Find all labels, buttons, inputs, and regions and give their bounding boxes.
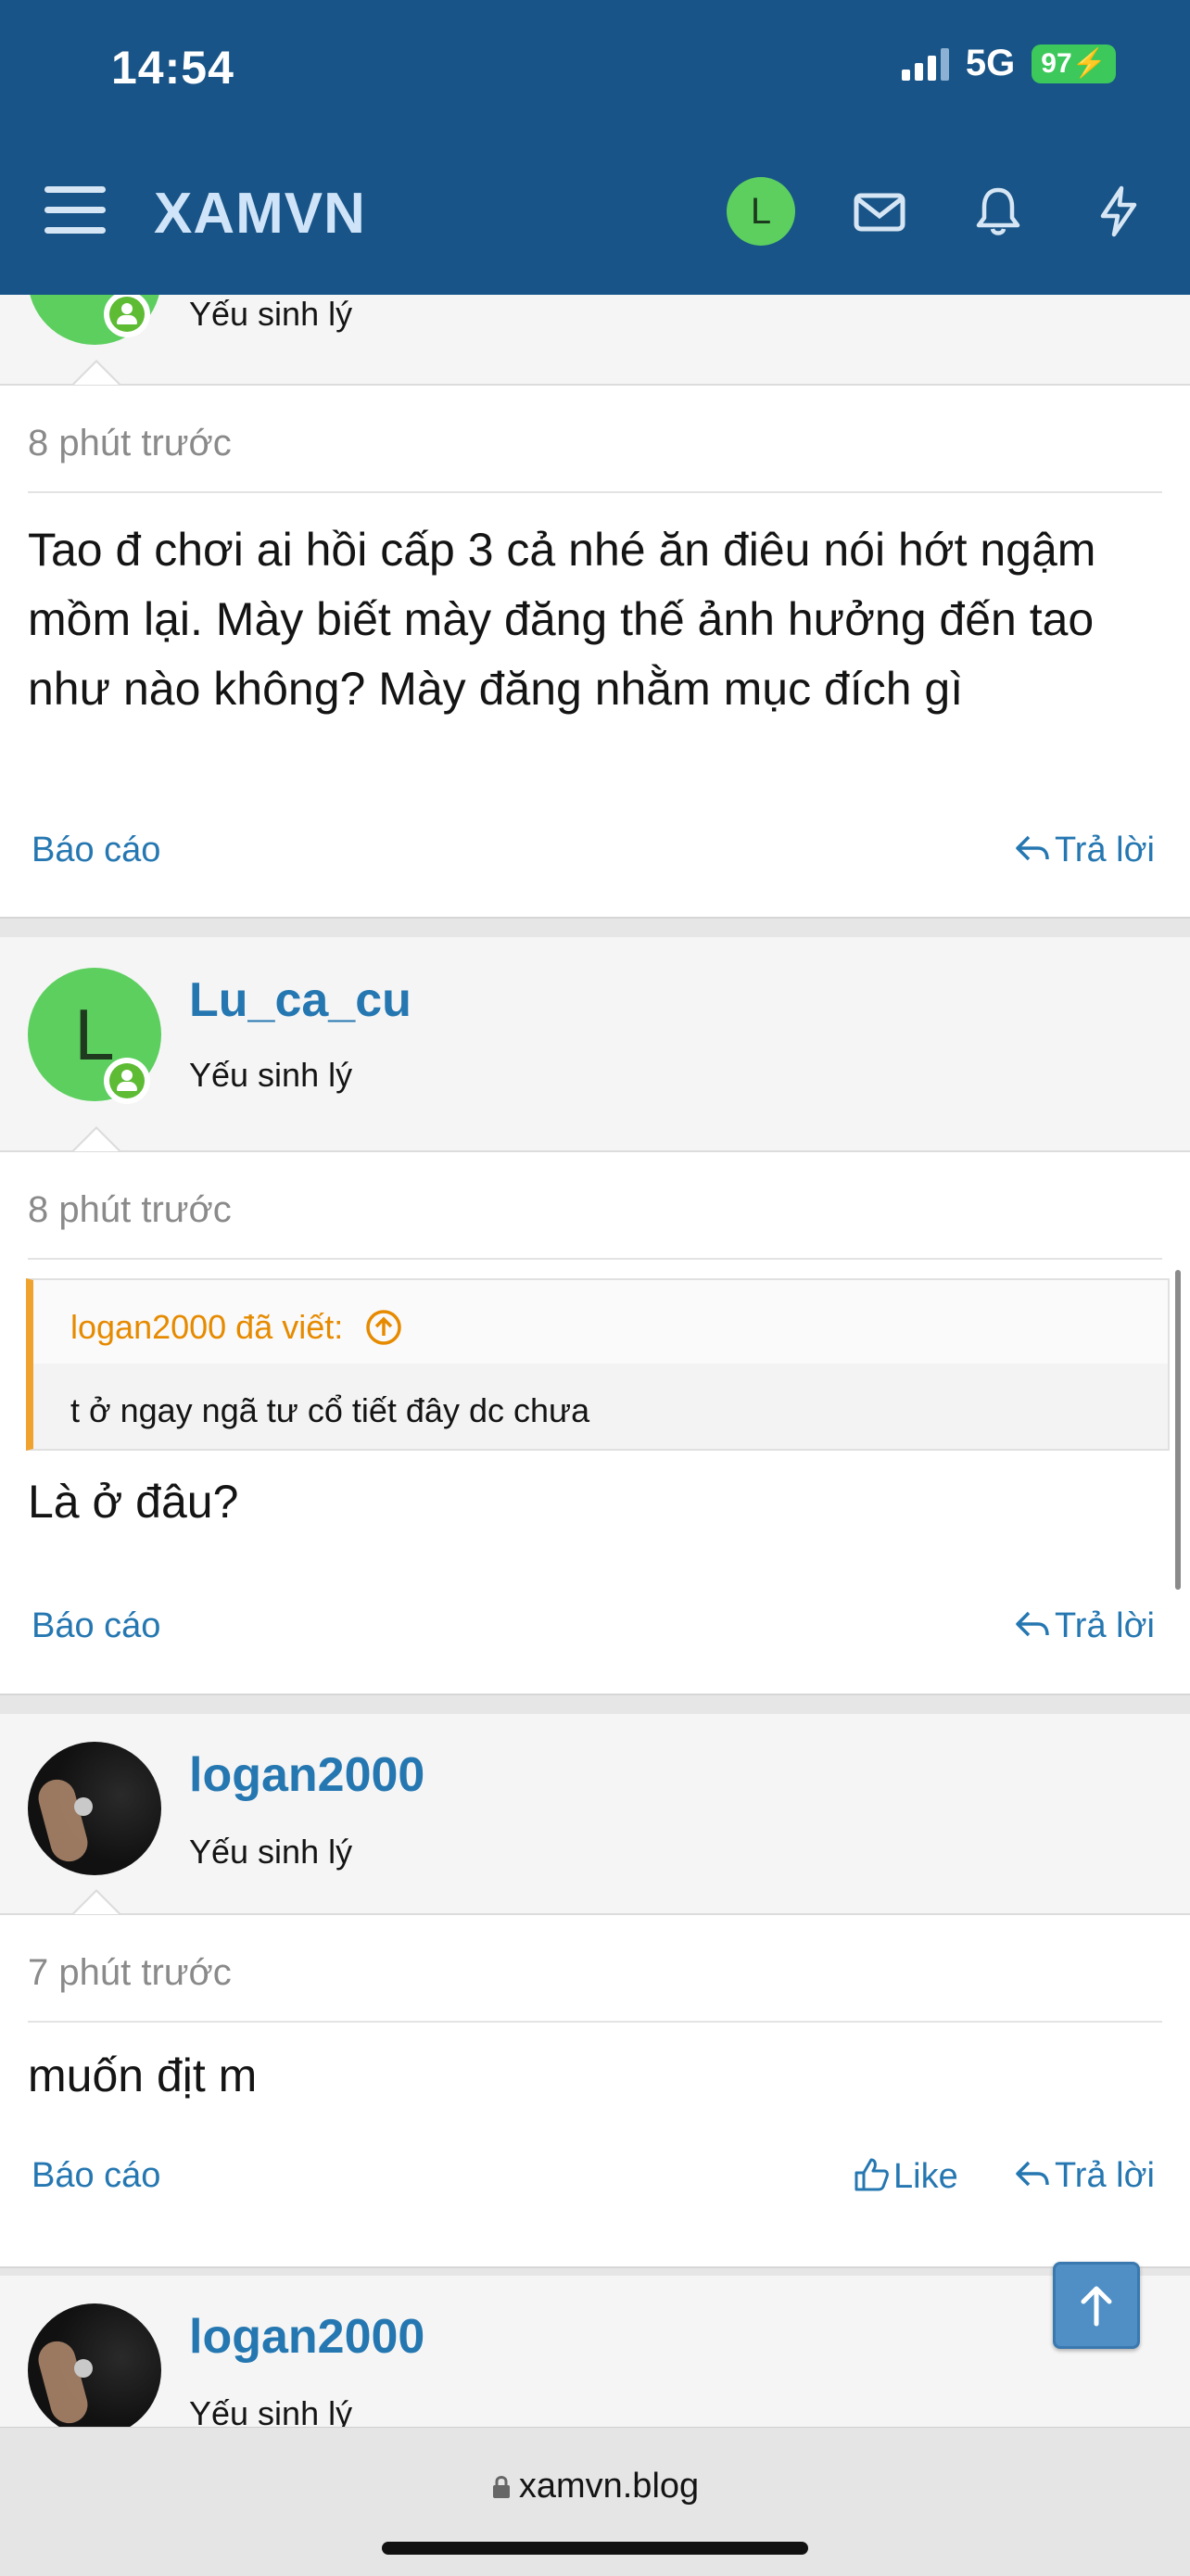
network-type: 5G: [965, 43, 1016, 83]
bell-icon[interactable]: [971, 184, 1025, 238]
post-body: 8 phút trước logan2000 đã viết: t ở ngay…: [0, 1126, 1190, 1699]
post-header: logan2000 Yếu sinh lý: [0, 1714, 1190, 1913]
user-title: Yếu sinh lý: [189, 1056, 353, 1094]
reply-icon: [1016, 2161, 1049, 2187]
username[interactable]: logan2000: [189, 2309, 424, 2365]
reply-button[interactable]: Trả lời: [1014, 2156, 1155, 2196]
avatar[interactable]: [28, 1742, 161, 1875]
battery-level: 97: [1041, 47, 1072, 79]
quote-author-label: logan2000 đã viết:: [70, 1308, 344, 1346]
signal-icon: [901, 47, 949, 81]
lock-icon: [492, 2476, 510, 2498]
post-caret: [72, 1889, 120, 1914]
post-message: Tao đ chơi ai hồi cấp 3 cả nhé ăn điêu n…: [28, 524, 1096, 715]
reply-label: Trả lời: [1055, 1606, 1155, 1645]
post-time[interactable]: 8 phút trước: [28, 1189, 232, 1231]
post-separator: [0, 1694, 1190, 1716]
reply-button[interactable]: Trả lời: [1014, 1606, 1155, 1646]
report-link[interactable]: Báo cáo: [32, 831, 160, 870]
post-caret: [72, 360, 120, 385]
post-body: 8 phút trước Tao đ chơi ai hồi cấp 3 cả …: [0, 360, 1190, 919]
scrollbar[interactable]: [1175, 1270, 1181, 1590]
username[interactable]: Lu_ca_cu: [189, 972, 411, 1028]
envelope-icon[interactable]: [853, 184, 906, 238]
post-header: logan2000 Yếu sinh lý: [0, 2276, 1190, 2437]
thumbs-up-icon: [855, 2158, 889, 2191]
divider: [28, 1258, 1162, 1260]
menu-icon[interactable]: [44, 183, 106, 238]
post-separator: [0, 917, 1190, 939]
home-indicator[interactable]: [382, 2542, 808, 2555]
quote-author[interactable]: logan2000 đã viết:: [70, 1308, 402, 1347]
quote-body: t ở ngay ngã tư cổ tiết đây dc chưa: [33, 1364, 1168, 1449]
post: Yếu sinh lý 8 phút trước Tao đ chơi ai h…: [0, 211, 1190, 939]
site-logo[interactable]: XAMVN: [154, 181, 366, 247]
user-title: Yếu sinh lý: [189, 1833, 353, 1871]
post: logan2000 Yếu sinh lý 7 phút trước muốn …: [0, 1714, 1190, 2289]
post-header: L Lu_ca_cu Yếu sinh lý: [0, 937, 1190, 1150]
post-message: muốn địt m: [28, 2049, 258, 2101]
post-body: 7 phút trước muốn địt m Báo cáo Like Trả…: [0, 1889, 1190, 2272]
reply-label: Trả lời: [1055, 831, 1155, 869]
divider: [28, 2021, 1162, 2023]
report-link[interactable]: Báo cáo: [32, 1606, 160, 1646]
online-status-icon: [104, 1058, 150, 1104]
reply-label: Trả lời: [1055, 2156, 1155, 2195]
post-message: Là ở đâu?: [28, 1476, 239, 1528]
post-time[interactable]: 7 phút trước: [28, 1952, 232, 1994]
reply-button[interactable]: Trả lời: [1014, 831, 1155, 870]
scroll-to-top-button[interactable]: [1053, 2262, 1140, 2349]
like-button[interactable]: Like: [853, 2156, 958, 2197]
url-text: xamvn.blog: [518, 2467, 700, 2506]
online-status-icon: [104, 291, 150, 337]
nav-bar: XAMVN L: [0, 171, 1190, 255]
post-time[interactable]: 8 phút trước: [28, 423, 232, 464]
post: L Lu_ca_cu Yếu sinh lý 8 phút trước loga…: [0, 937, 1190, 1716]
user-title: Yếu sinh lý: [189, 295, 353, 333]
arrow-up-icon: [1081, 2286, 1112, 2327]
quote-text: t ở ngay ngã tư cổ tiết đây dc chưa: [70, 1391, 590, 1429]
reply-icon: [1016, 1611, 1049, 1637]
like-label: Like: [893, 2157, 958, 2196]
browser-address-bar: xamvn.blog: [0, 2427, 1190, 2576]
status-indicators: 5G 97⚡: [901, 43, 1116, 84]
quote-block: logan2000 đã viết: t ở ngay ngã tư cổ ti…: [26, 1278, 1170, 1451]
reply-icon: [1016, 835, 1049, 861]
post-caret: [72, 1126, 120, 1151]
divider: [28, 491, 1162, 493]
username[interactable]: logan2000: [189, 1747, 424, 1803]
post-header: Yếu sinh lý: [0, 211, 1190, 384]
report-link[interactable]: Báo cáo: [32, 2156, 160, 2196]
user-avatar[interactable]: L: [727, 177, 795, 246]
arrow-up-circle-icon[interactable]: [365, 1309, 402, 1346]
battery-icon: 97⚡: [1032, 44, 1116, 83]
post: logan2000 Yếu sinh lý: [0, 2276, 1190, 2437]
app-header: 14:54 5G 97⚡ XAMVN L: [0, 0, 1190, 295]
avatar[interactable]: [28, 2303, 161, 2437]
lightning-icon[interactable]: [1092, 184, 1146, 238]
status-time: 14:54: [111, 42, 234, 94]
url-field[interactable]: xamvn.blog: [0, 2467, 1190, 2506]
